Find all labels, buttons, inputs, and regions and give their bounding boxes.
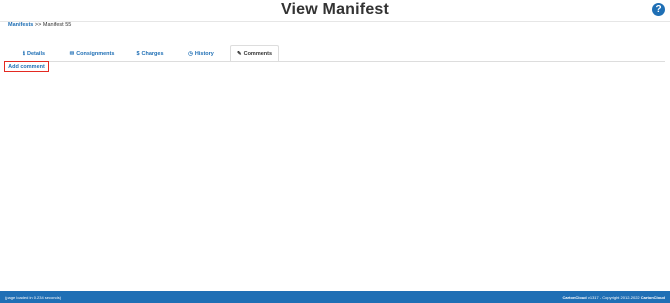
footer-owner-link[interactable]: CartonCloud: [641, 295, 665, 300]
dollar-icon: $: [136, 50, 140, 57]
tab-comments-label: Comments: [243, 50, 273, 57]
page-title: View Manifest: [280, 1, 390, 18]
footer: (page loaded in 0.234 seconds) CartonClo…: [0, 291, 670, 303]
tab-details-label: Details: [27, 50, 46, 57]
clock-icon: ◷: [188, 50, 193, 57]
header-divider: [0, 21, 670, 22]
tab-comments[interactable]: ✎ Comments: [230, 45, 279, 62]
page-load-time: (page loaded in 0.234 seconds): [5, 294, 62, 300]
add-comment-button[interactable]: Add comment: [4, 61, 49, 72]
tab-consignments[interactable]: ✉ Consignments: [61, 45, 123, 62]
copyright-text: CartonCloud v1317 - Copyright 2012-2022 …: [563, 295, 666, 300]
tab-details[interactable]: ℹ Details: [9, 45, 59, 62]
breadcrumb-manifests-link[interactable]: Manifests: [8, 22, 33, 28]
envelope-icon: ✉: [69, 50, 75, 57]
info-icon: ℹ: [22, 50, 26, 57]
tabs-divider: [5, 61, 665, 62]
breadcrumb-separator: >>: [34, 22, 42, 28]
help-icon[interactable]: ?: [652, 3, 665, 16]
breadcrumb: Manifests >> Manifest 55: [8, 22, 71, 28]
footer-version: v1317 - Copyright 2012-2022: [587, 294, 640, 300]
tab-history-label: History: [194, 50, 214, 57]
tab-charges-label: Charges: [141, 50, 164, 57]
footer-brand: CartonCloud: [562, 294, 587, 300]
tab-charges[interactable]: $ Charges: [126, 45, 174, 62]
comment-icon: ✎: [236, 50, 242, 57]
tab-consignments-label: Consignments: [76, 50, 115, 57]
breadcrumb-current: Manifest 55: [42, 22, 72, 28]
tab-history[interactable]: ◷ History: [177, 45, 225, 62]
